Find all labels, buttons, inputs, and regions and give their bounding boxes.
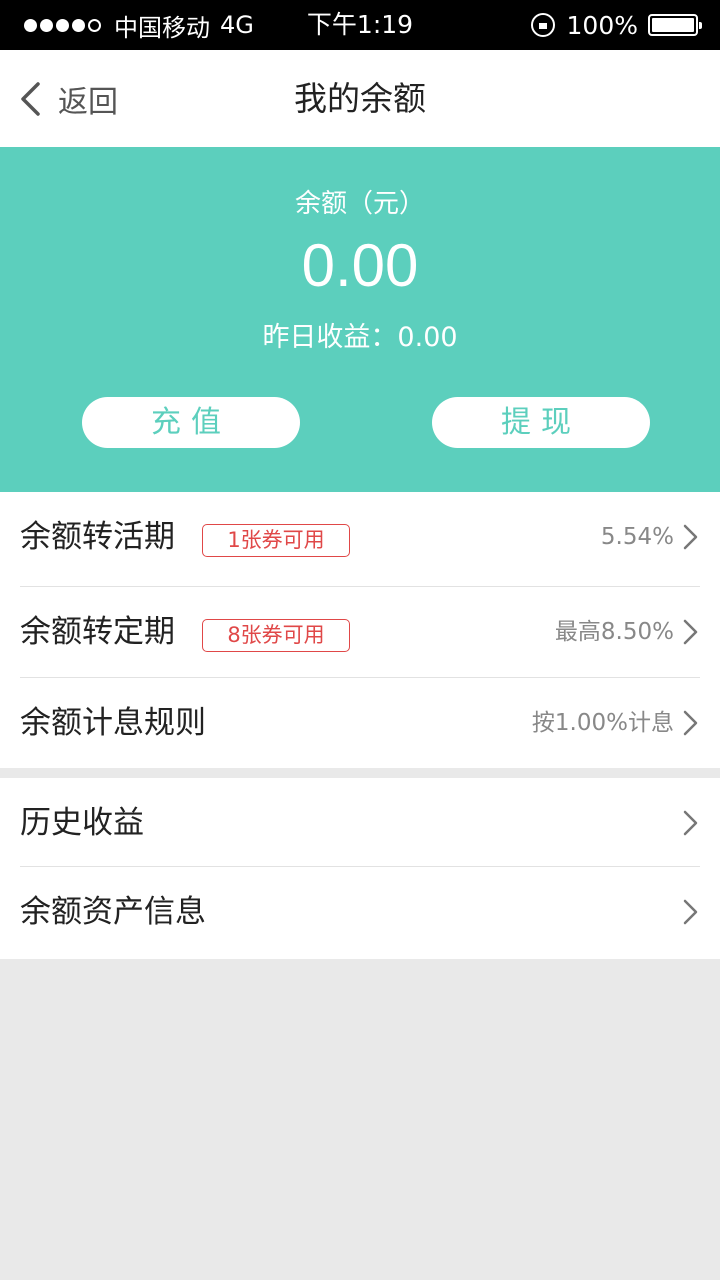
list-item-to-current[interactable]: 余额转活期 1张券可用 5.54%: [0, 492, 720, 582]
recharge-button[interactable]: 充值: [82, 397, 300, 448]
chevron-right-icon: [683, 524, 698, 550]
withdraw-button[interactable]: 提现: [432, 397, 650, 448]
chevron-right-icon: [683, 619, 698, 645]
coupon-badge: 1张券可用: [202, 524, 350, 557]
balance-label: 余额（元）: [294, 189, 425, 219]
coupon-badge: 8张券可用: [202, 619, 350, 652]
rotation-lock-icon: [530, 13, 555, 37]
chevron-right-icon: [683, 710, 698, 736]
list-item-label: 余额资产信息: [20, 894, 206, 930]
list-item-asset-info[interactable]: 余额资产信息: [0, 867, 720, 957]
list-item-value: 5.54%: [600, 524, 674, 550]
nav-bar: 返回 我的余额: [0, 50, 720, 147]
page-title: 我的余额: [294, 79, 426, 118]
chevron-right-icon: [683, 899, 698, 925]
balance-options-list: 余额转活期 1张券可用 5.54% 余额转定期 8张券可用 最高8.50% 余额…: [0, 492, 720, 768]
balance-panel: 余额（元） 0.00 昨日收益：0.00 充值 提现: [0, 147, 720, 492]
status-bar: 中国移动 4G 下午1:19 100%: [0, 0, 720, 50]
list-item-label: 余额转活期: [20, 519, 175, 555]
chevron-right-icon: [683, 810, 698, 836]
list-item-value: 最高8.50%: [554, 619, 674, 645]
battery-icon: [648, 14, 702, 36]
list-item-to-fixed[interactable]: 余额转定期 8张券可用 最高8.50%: [0, 587, 720, 677]
balance-amount: 0.00: [301, 232, 419, 299]
list-item-history-earnings[interactable]: 历史收益: [0, 778, 720, 868]
list-item-label: 余额转定期: [20, 614, 175, 650]
yesterday-earnings: 昨日收益：0.00: [262, 322, 458, 353]
status-right: 100%: [530, 0, 702, 50]
list-item-label: 历史收益: [20, 805, 144, 841]
list-item-value: 按1.00%计息: [531, 710, 674, 736]
battery-percent: 100%: [566, 10, 638, 40]
balance-info-list: 历史收益 余额资产信息: [0, 778, 720, 959]
list-item-label: 余额计息规则: [20, 705, 206, 741]
list-item-interest-rules[interactable]: 余额计息规则 按1.00%计息: [0, 678, 720, 768]
